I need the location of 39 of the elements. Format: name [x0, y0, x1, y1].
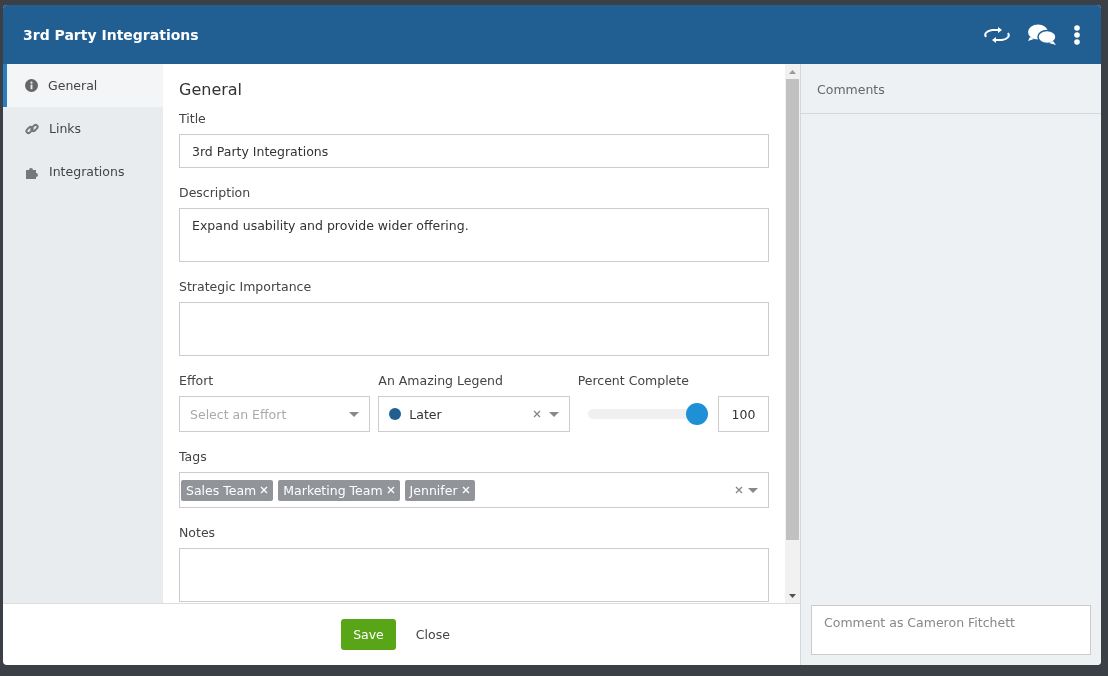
clear-icon[interactable]: [532, 410, 541, 418]
sidebar-item[interactable]: General: [3, 64, 163, 107]
caret-icon[interactable]: [748, 487, 758, 493]
field-label: Tags: [179, 449, 208, 464]
field-label: Title: [179, 111, 207, 126]
dialog-title: 3rd Party Integrations: [23, 26, 200, 43]
text-area[interactable]: Expand usability and provide wider offering.: [179, 208, 769, 262]
dropdown[interactable]: Later: [378, 396, 570, 432]
sidebar-item[interactable]: Links: [3, 107, 163, 150]
field-label: Strategic Importance: [179, 279, 313, 294]
sidebar-item[interactable]: Integrations: [3, 150, 163, 193]
info-icon: [25, 79, 38, 92]
more-icon[interactable]: [1073, 24, 1081, 45]
comment-field[interactable]: Comment as Cameron Fitchett: [811, 605, 1091, 655]
remove-icon[interactable]: [461, 486, 470, 494]
tag-label: Sales Team: [186, 482, 257, 498]
remove-icon[interactable]: [386, 486, 395, 494]
field-label: An Amazing Legend: [378, 373, 504, 388]
field-label: Effort: [179, 373, 215, 388]
clear-icon[interactable]: [735, 486, 743, 494]
link-icon: [25, 121, 39, 136]
number-field[interactable]: 100: [718, 396, 769, 432]
scrollbar[interactable]: [785, 64, 800, 603]
field-label: Description: [179, 185, 252, 200]
remove-icon[interactable]: [260, 486, 269, 494]
slider-thumb[interactable]: [686, 403, 708, 425]
field-label: Notes: [179, 525, 217, 540]
refresh-icon[interactable]: [983, 25, 1011, 44]
field-label: Percent Complete: [577, 373, 690, 388]
tag-label: Jennifer: [409, 482, 458, 498]
caret-icon[interactable]: [349, 411, 360, 417]
caret-icon[interactable]: [548, 411, 559, 417]
text-field[interactable]: 3rd Party Integrations: [179, 134, 769, 168]
close-button[interactable]: Close: [403, 619, 462, 650]
chat-icon[interactable]: [1027, 23, 1057, 46]
slider-track[interactable]: [587, 403, 708, 425]
section-heading: General: [179, 80, 244, 99]
panel-title: Comments: [801, 64, 1101, 114]
tag-label: Marketing Team: [283, 482, 383, 498]
